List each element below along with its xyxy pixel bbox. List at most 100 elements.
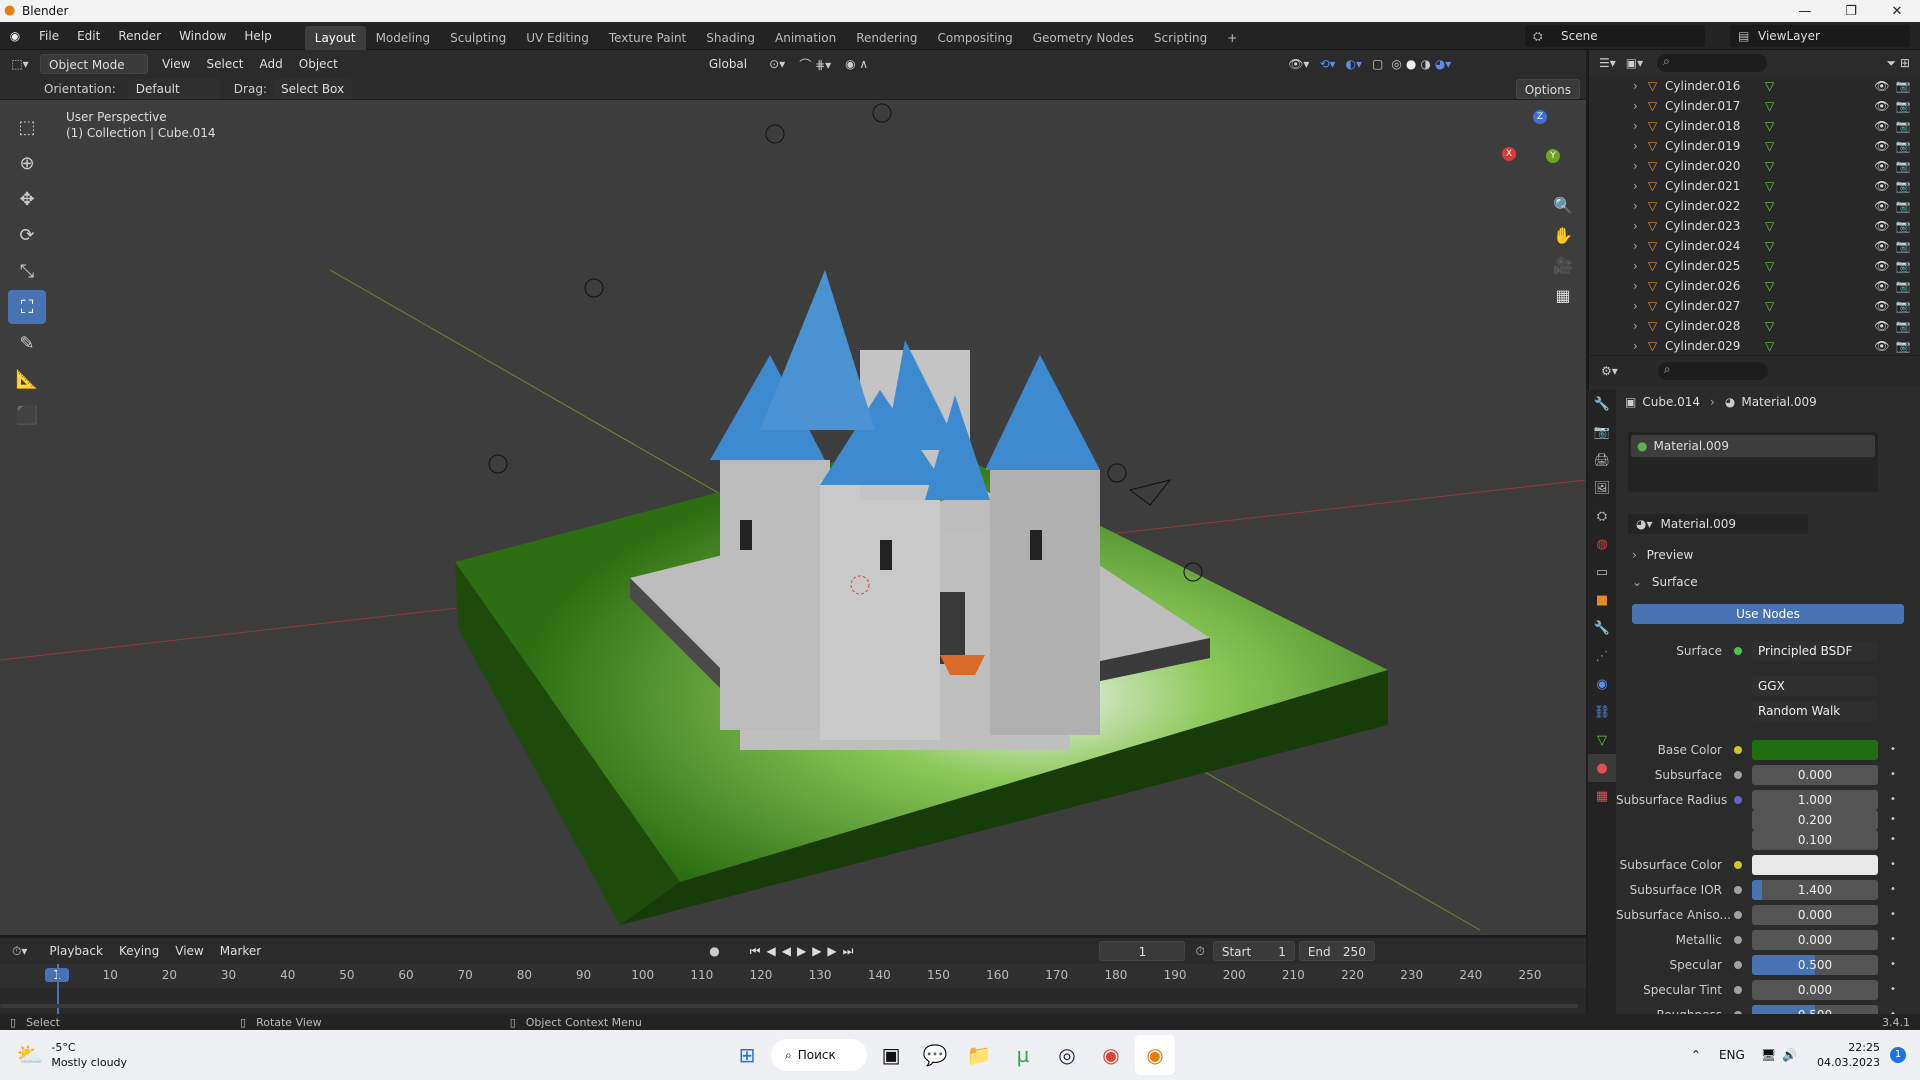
blender-taskbar-icon[interactable]: ◉ xyxy=(1135,1035,1176,1075)
shading-wireframe-icon[interactable]: ◎ xyxy=(1391,57,1401,71)
material-tab-icon[interactable]: ● xyxy=(1588,754,1616,782)
playback-controls[interactable]: ⏮◀◀▶▶▶⏭ xyxy=(750,944,860,959)
outliner-object-name[interactable]: Cylinder.029 xyxy=(1665,339,1757,353)
modifier-tab-icon[interactable]: 🔧 xyxy=(1588,614,1616,642)
torrent-icon[interactable]: µ xyxy=(1003,1035,1043,1075)
tab-sculpting[interactable]: Sculpting xyxy=(440,26,516,50)
outliner-object-name[interactable]: Cylinder.025 xyxy=(1665,259,1757,273)
shading-material-icon[interactable]: ◑ xyxy=(1420,57,1430,71)
editor-type-icon[interactable]: ⬚▾ xyxy=(0,57,40,71)
surface-shader-field[interactable]: Principled BSDF xyxy=(1752,640,1878,661)
camera-render-icon[interactable]: 📷 xyxy=(1896,339,1911,353)
camera-render-icon[interactable]: 📷 xyxy=(1896,299,1911,313)
axis-y[interactable]: Y xyxy=(1546,149,1560,163)
orientation-dropdown[interactable]: Default xyxy=(127,78,220,99)
chevron-up-icon[interactable]: ⌃ xyxy=(1691,1048,1701,1062)
blender-menu-icon[interactable]: ◉ xyxy=(0,29,30,43)
outliner-row[interactable]: › ▽ Cylinder.018 ▽ 👁 📷 xyxy=(1589,116,1920,136)
end-frame-field[interactable]: End 250 xyxy=(1298,941,1375,961)
marker-menu[interactable]: Marker xyxy=(212,941,269,961)
eye-icon[interactable]: 👁 xyxy=(1874,199,1889,213)
add-cube-tool-icon[interactable]: ⬛ xyxy=(8,398,46,432)
keyframe-dot-icon[interactable]: • xyxy=(1890,959,1896,970)
keyframe-dot-icon[interactable]: • xyxy=(1890,934,1896,945)
volume-icon[interactable]: 🔊 xyxy=(1782,1048,1797,1062)
socket-icon[interactable] xyxy=(1734,795,1742,804)
eye-icon[interactable]: 👁 xyxy=(1874,179,1889,193)
color-swatch[interactable] xyxy=(1752,739,1878,760)
number-field[interactable]: 0.000 xyxy=(1752,979,1878,1000)
number-field[interactable]: 0.000 xyxy=(1752,764,1878,785)
xray-icon[interactable]: ▢ xyxy=(1372,57,1383,71)
shading-rendered-icon[interactable]: ◕▾ xyxy=(1435,57,1452,71)
socket-icon[interactable] xyxy=(1734,836,1742,844)
playback-menu[interactable]: Playback xyxy=(41,941,111,961)
keyframe-dot-icon[interactable]: • xyxy=(1890,814,1896,825)
current-frame-field[interactable]: 1 xyxy=(1099,941,1186,961)
snap-icon[interactable]: ⌒ ⋕▾ xyxy=(799,56,831,73)
socket-icon[interactable] xyxy=(1734,745,1742,754)
menu-window[interactable]: Window xyxy=(170,22,235,50)
taskbar-search[interactable]: ⌕ Поиск xyxy=(771,1039,868,1071)
material-browse-icon[interactable]: ◕▾ xyxy=(1636,517,1653,531)
menu-select[interactable]: Select xyxy=(198,54,251,74)
scale-tool-icon[interactable]: ⤡ xyxy=(8,254,46,288)
tab-scripting[interactable]: Scripting xyxy=(1144,26,1217,50)
camera-render-icon[interactable]: 📷 xyxy=(1896,179,1911,193)
texture-tab-icon[interactable]: ▦ xyxy=(1588,782,1616,810)
outliner-object-name[interactable]: Cylinder.022 xyxy=(1665,199,1757,213)
clock-icon[interactable]: ⏱ xyxy=(1195,944,1204,959)
cursor-tool-icon[interactable]: ⊕ xyxy=(8,146,46,180)
scene-render[interactable] xyxy=(0,100,1586,935)
keyframe-dot-icon[interactable]: • xyxy=(1890,834,1896,845)
outliner-row[interactable]: › ▽ Cylinder.021 ▽ 👁 📷 xyxy=(1589,176,1920,196)
outliner-object-name[interactable]: Cylinder.023 xyxy=(1665,219,1757,233)
eye-icon[interactable]: 👁 xyxy=(1874,99,1889,113)
socket-icon[interactable] xyxy=(1734,960,1742,969)
pivot-icon[interactable]: ⊙▾ xyxy=(769,57,785,71)
tab-geometry-nodes[interactable]: Geometry Nodes xyxy=(1023,26,1144,50)
material-datablock[interactable]: ◕▾ Material.009 xyxy=(1628,514,1808,534)
outliner-object-name[interactable]: Cylinder.024 xyxy=(1665,239,1757,253)
outliner-row[interactable]: › ▽ Cylinder.016 ▽ 👁 📷 xyxy=(1589,76,1920,96)
number-field[interactable]: 1.400 xyxy=(1752,879,1878,900)
outliner-object-name[interactable]: Cylinder.027 xyxy=(1665,299,1757,313)
outliner-row[interactable]: › ▽ Cylinder.028 ▽ 👁 📷 xyxy=(1589,316,1920,336)
menu-file[interactable]: File xyxy=(30,22,68,50)
network-icon[interactable]: 🖥 xyxy=(1761,1048,1776,1062)
keying-menu[interactable]: Keying xyxy=(111,941,167,961)
render-tab-icon[interactable]: 📷 xyxy=(1588,418,1616,446)
chevron-right-icon[interactable]: › xyxy=(1633,119,1638,133)
shading-solid-icon[interactable]: ● xyxy=(1406,57,1416,71)
outliner-row[interactable]: › ▽ Cylinder.026 ▽ 👁 📷 xyxy=(1589,276,1920,296)
chevron-right-icon[interactable]: › xyxy=(1633,279,1638,293)
chevron-right-icon[interactable]: › xyxy=(1633,199,1638,213)
outliner-search-icon[interactable]: ⌕ xyxy=(1657,54,1768,72)
clock[interactable]: 22:25 04.03.2023 xyxy=(1817,1040,1880,1070)
camera-render-icon[interactable]: 📷 xyxy=(1896,139,1911,153)
pan-hand-icon[interactable]: ✋ xyxy=(1548,220,1578,250)
outliner-editor-icon[interactable]: ☰▾ xyxy=(1599,56,1616,70)
scene-tab-icon[interactable]: ⛭ xyxy=(1588,502,1616,530)
select-box-tool-icon[interactable]: ⬚ xyxy=(8,110,46,144)
viewlayer-selector[interactable]: ▤ ViewLayer xyxy=(1730,25,1910,47)
timeline-editor-icon[interactable]: ⏱▾ xyxy=(12,944,27,959)
options-dropdown[interactable]: Options xyxy=(1515,78,1580,99)
keyframe-dot-icon[interactable]: • xyxy=(1890,984,1896,995)
menu-add[interactable]: Add xyxy=(252,54,291,74)
windows-start-icon[interactable]: ⊞ xyxy=(727,1035,767,1075)
drag-dropdown[interactable]: Select Box xyxy=(272,78,353,99)
transform-orientation-dropdown[interactable]: Global xyxy=(701,54,755,74)
camera-render-icon[interactable]: 📷 xyxy=(1896,259,1911,273)
socket-icon[interactable] xyxy=(1734,885,1742,894)
eye-icon[interactable]: 👁 xyxy=(1874,79,1889,93)
properties-search-icon[interactable]: ⌕ xyxy=(1657,362,1768,380)
menu-help[interactable]: Help xyxy=(235,22,280,50)
add-workspace-button[interactable]: + xyxy=(1217,26,1247,50)
annotate-tool-icon[interactable]: ✎ xyxy=(8,326,46,360)
material-name-field[interactable]: Material.009 xyxy=(1661,517,1736,531)
frame-ruler[interactable]: 1102030405060708090100110120130140150160… xyxy=(0,964,1586,988)
chevron-right-icon[interactable]: › xyxy=(1633,139,1638,153)
eye-icon[interactable]: 👁 xyxy=(1874,339,1889,353)
steam-icon[interactable]: ◎ xyxy=(1047,1035,1087,1075)
